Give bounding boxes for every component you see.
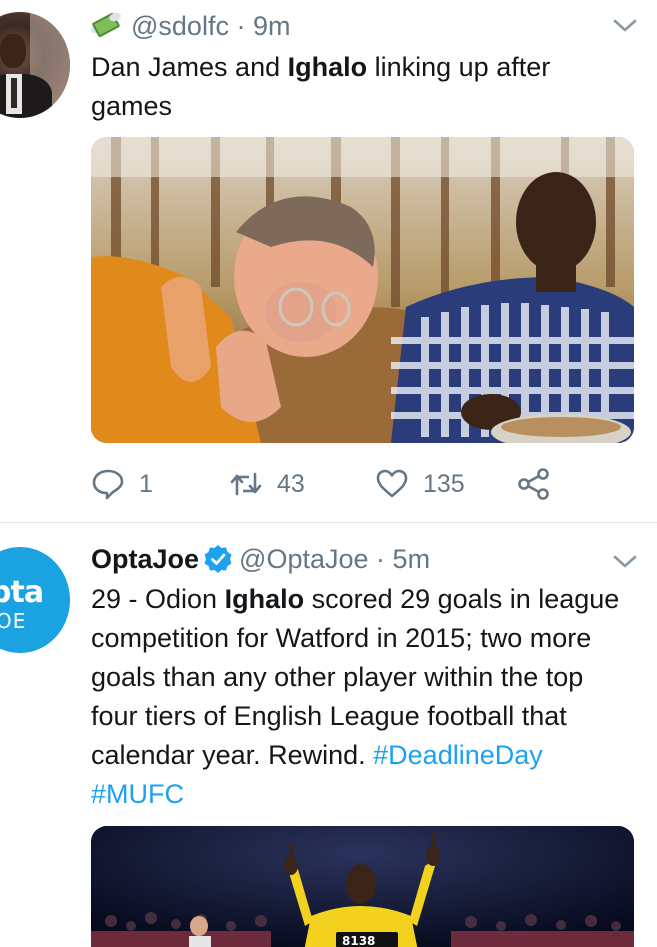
user-handle[interactable]: @OptaJoe xyxy=(239,544,368,574)
display-name[interactable]: OptaJoe xyxy=(91,544,199,574)
tweet-text: 29 - Odion Ighalo scored 29 goals in lea… xyxy=(91,584,620,809)
share-icon xyxy=(518,468,549,500)
avatar-logo-subtext: OE xyxy=(0,609,27,633)
heart-icon xyxy=(376,469,408,498)
avatar-sdolfc[interactable] xyxy=(0,12,70,118)
reply-button[interactable]: 1 xyxy=(91,462,153,506)
verified-badge-icon xyxy=(204,545,232,573)
timestamp[interactable]: 5m xyxy=(393,544,431,574)
separator-dot: · xyxy=(376,544,386,574)
tweet-photo[interactable]: 8138 xyxy=(91,826,634,947)
hashtag-link[interactable]: #MUFC xyxy=(91,779,184,809)
tweet-photo[interactable] xyxy=(91,137,634,443)
tweet-actions: 1 43 135 xyxy=(91,462,611,506)
chevron-down-icon[interactable] xyxy=(611,552,639,572)
tweet-header: OptaJoe @OptaJoe · 5m xyxy=(91,543,430,575)
retweet-count: 43 xyxy=(277,469,305,498)
reply-count: 1 xyxy=(139,469,153,498)
hashtag-link[interactable]: #DeadlineDay xyxy=(373,740,543,770)
highlight-keyword: Ighalo xyxy=(287,52,368,82)
highlight-keyword: Ighalo xyxy=(224,584,305,614)
avatar-logo-text: pta xyxy=(0,575,44,610)
shirt-number: 8138 xyxy=(342,934,375,947)
share-button[interactable] xyxy=(517,462,551,506)
tweet-text: Dan James and Ighalo linking up after ga… xyxy=(91,52,551,121)
reply-icon xyxy=(92,469,124,500)
like-count: 135 xyxy=(423,469,465,498)
user-handle[interactable]: @sdolfc xyxy=(131,11,229,41)
retweet-button[interactable]: 43 xyxy=(229,462,305,506)
money-with-wings-icon xyxy=(89,11,123,39)
tweet-header: @sdolfc · 9m xyxy=(89,10,291,42)
separator-dot: · xyxy=(236,11,246,41)
like-button[interactable]: 135 xyxy=(375,462,465,506)
chevron-down-icon[interactable] xyxy=(611,16,639,36)
timestamp[interactable]: 9m xyxy=(253,11,291,41)
retweet-icon xyxy=(230,472,262,496)
